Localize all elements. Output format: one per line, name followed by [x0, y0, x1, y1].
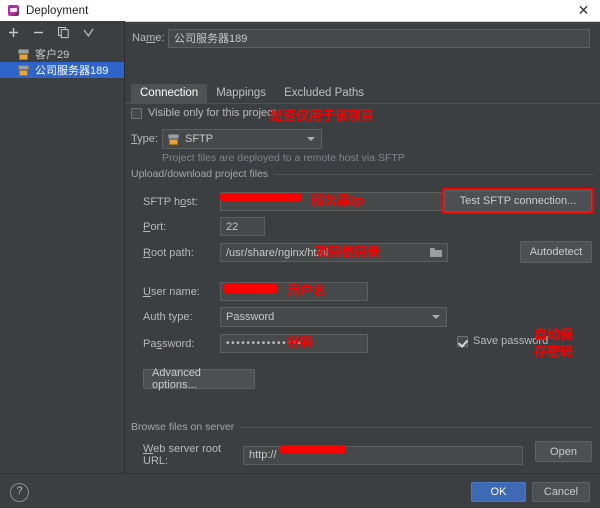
annotation-root-path: 项目根目录: [315, 245, 381, 260]
redaction-user-name: [223, 284, 278, 293]
help-button[interactable]: ?: [10, 483, 29, 502]
auth-type-label: Auth type:: [143, 311, 193, 323]
servers-toolbar: [0, 21, 124, 43]
browse-section-title: Browse files on server: [131, 421, 241, 433]
tree-item-label: 客户29: [35, 49, 70, 61]
sftp-icon: [168, 133, 180, 145]
server-icon: [18, 64, 30, 76]
redaction-web-root: [280, 445, 346, 454]
root-path-label: Root path:: [143, 246, 194, 259]
root-path-value: /usr/share/nginx/html: [226, 246, 329, 259]
sftp-host-label: SFTP host:: [143, 195, 198, 208]
visible-only-checkbox[interactable]: [131, 107, 142, 119]
visible-only-label: Visible only for this project: [148, 107, 276, 119]
chevron-down-icon: [432, 315, 440, 319]
tab-underline: [125, 103, 600, 104]
deployment-dialog: Deployment ✕ 客户29 公司服务器189 Name: 公司服务器18…: [0, 0, 600, 508]
servers-tree: 客户29 公司服务器189: [0, 46, 124, 78]
port-input[interactable]: 22: [220, 217, 265, 236]
window-title: Deployment: [26, 4, 89, 17]
annotation-save-password-line2: 存密码: [534, 345, 574, 360]
dialog-footer: ? OK Cancel: [0, 473, 600, 508]
type-row: Type: SFTP: [131, 129, 322, 149]
web-root-label: Web server root URL:: [143, 443, 222, 467]
tree-item-client[interactable]: 客户29: [0, 46, 124, 62]
ok-button[interactable]: OK: [471, 482, 526, 502]
add-button[interactable]: [7, 26, 20, 39]
annotation-visible-only: 是否仅用于该项目: [270, 109, 375, 124]
remove-button[interactable]: [32, 26, 45, 39]
tab-excluded-paths[interactable]: Excluded Paths: [275, 84, 373, 103]
autodetect-button[interactable]: Autodetect: [520, 241, 592, 263]
user-name-label: User name:: [143, 285, 200, 298]
tree-item-label: 公司服务器189: [35, 65, 109, 77]
cancel-button[interactable]: Cancel: [532, 482, 590, 502]
copy-icon[interactable]: [57, 26, 70, 39]
advanced-options-button[interactable]: Advanced options...: [143, 367, 255, 391]
server-icon: [18, 48, 30, 60]
annotation-sftp-host: 服务器ip: [311, 194, 364, 209]
annotation-password: 密码: [287, 336, 314, 351]
port-label: Port:: [143, 220, 167, 233]
type-hint: Project files are deployed to a remote h…: [162, 152, 405, 164]
auth-type-value: Password: [226, 311, 275, 323]
tab-connection[interactable]: Connection: [131, 84, 208, 103]
tab-mappings[interactable]: Mappings: [207, 84, 275, 103]
annotation-user-name: 用户名: [287, 284, 327, 299]
chevron-down-icon: [307, 137, 315, 141]
servers-pane: 客户29 公司服务器189: [0, 21, 125, 473]
redaction-sftp-host: [220, 193, 302, 201]
auth-type-select[interactable]: Password: [220, 307, 447, 327]
connection-form: Name: 公司服务器189 Connection Mappings Exclu…: [125, 21, 600, 473]
tab-bar: Connection Mappings Excluded Paths: [131, 81, 373, 103]
root-path-row: Root path: /usr/share/nginx/html: [143, 243, 448, 262]
type-label: Type:: [131, 133, 158, 145]
name-label: Name:: [132, 32, 165, 44]
tree-item-company-server[interactable]: 公司服务器189: [0, 62, 124, 78]
set-default-checkmark-icon[interactable]: [82, 26, 95, 39]
folder-icon[interactable]: [430, 248, 442, 257]
title-bar: Deployment ✕: [0, 0, 600, 22]
visible-only-row[interactable]: Visible only for this project: [131, 107, 276, 119]
type-select[interactable]: SFTP: [162, 129, 322, 149]
auth-type-row: Auth type: Password: [143, 307, 447, 327]
jetbrains-icon: [8, 5, 19, 16]
port-row: Port: 22: [143, 217, 265, 236]
annotation-box-test-connection: [442, 188, 594, 214]
save-password-checkbox[interactable]: [457, 335, 468, 347]
type-select-value: SFTP: [185, 133, 214, 145]
password-label: Password:: [143, 337, 195, 350]
close-icon[interactable]: ✕: [576, 3, 591, 18]
open-button[interactable]: Open: [535, 441, 592, 462]
password-row: Password: •••••••••••••••: [143, 334, 368, 353]
name-input[interactable]: 公司服务器189: [168, 28, 590, 48]
upload-section-title: Upload/download project files: [131, 168, 275, 180]
name-row: Name: 公司服务器189: [132, 27, 600, 49]
